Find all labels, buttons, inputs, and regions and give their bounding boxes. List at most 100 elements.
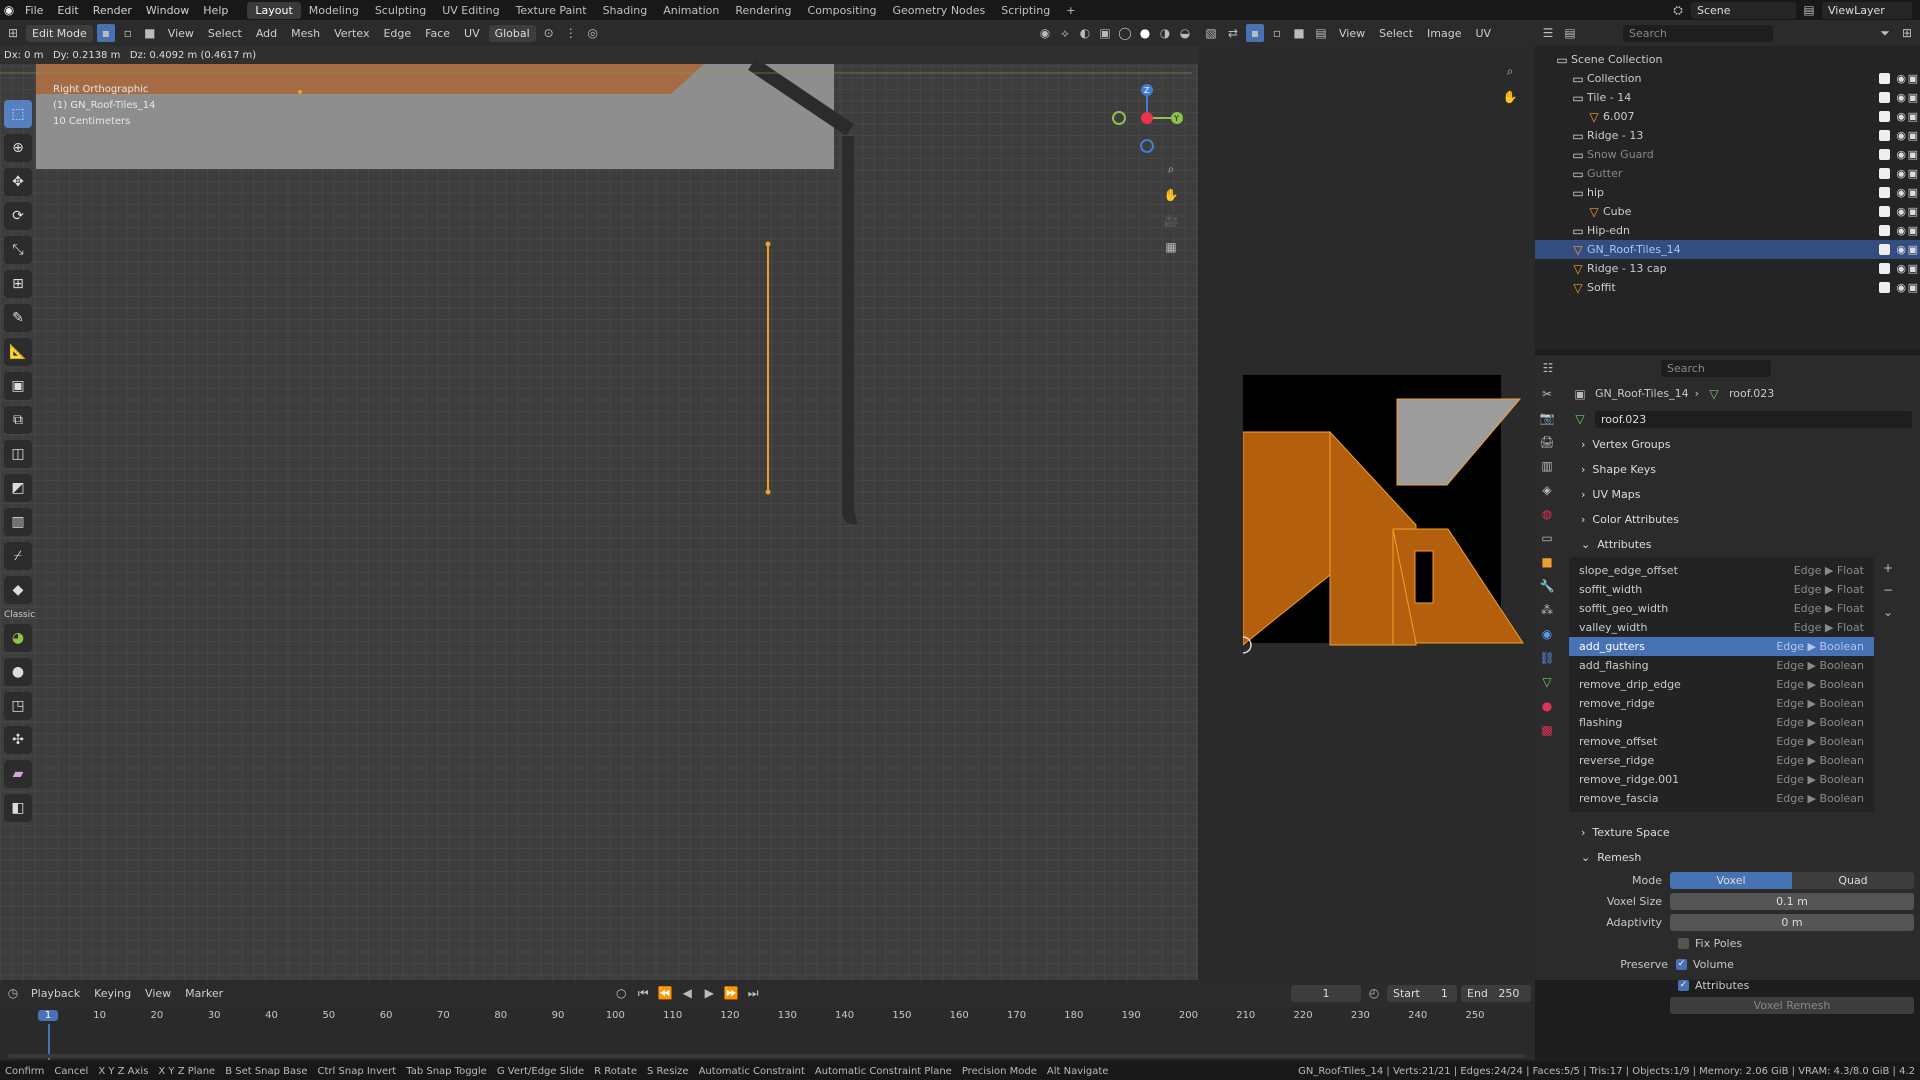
mesh-browse-icon[interactable]: ▽ [1571, 410, 1589, 428]
filter-icon[interactable]: ⏷ [1876, 24, 1894, 42]
menu-marker[interactable]: Marker [180, 987, 228, 1000]
tab-compositing[interactable]: Compositing [800, 2, 885, 19]
exclude-checkbox[interactable] [1879, 187, 1890, 198]
zoom-icon[interactable]: ⌕ [1162, 160, 1180, 178]
outliner-item[interactable]: ▽ 6.007 ◉ ▣ [1535, 107, 1920, 126]
edge-slide-icon[interactable]: ◳ [4, 692, 32, 720]
menu-keying[interactable]: Keying [89, 987, 136, 1000]
exclude-checkbox[interactable] [1879, 282, 1890, 293]
attribute-row[interactable]: remove_drip_edge Edge ▶ Boolean [1569, 675, 1874, 694]
panel-shape-keys[interactable]: › Shape Keys [1535, 457, 1920, 482]
timeline-ruler[interactable]: 1 10 20 30 40 50 60 70 80 90 100 110 120 130 140 150 160… [0, 1008, 1530, 1026]
render-camera-icon[interactable]: ▣ [1908, 148, 1918, 161]
3d-viewport[interactable]: ⊞ Edit Mode ▪ ▫ ■ View Select Add Mesh V… [0, 20, 1198, 980]
render-camera-icon[interactable]: ▣ [1908, 281, 1918, 294]
attribute-row[interactable]: remove_offset Edge ▶ Boolean [1569, 732, 1874, 751]
vertex-roof[interactable] [298, 90, 302, 94]
select-box-icon[interactable]: ⬚ [4, 100, 32, 128]
properties-type-icon[interactable]: ☷ [1539, 359, 1557, 377]
tab-geometry-nodes[interactable]: Geometry Nodes [884, 2, 993, 19]
exclude-checkbox[interactable] [1879, 263, 1890, 274]
spin-icon[interactable]: ◕ [4, 624, 32, 652]
menu-window[interactable]: Window [139, 4, 196, 17]
attribute-row[interactable]: soffit_width Edge ▶ Float [1569, 580, 1874, 599]
render-camera-icon[interactable]: ▣ [1908, 262, 1918, 275]
timeline-type-icon[interactable]: ◷ [4, 984, 22, 1002]
panel-vertex-groups[interactable]: › Vertex Groups [1535, 432, 1920, 457]
panel-remesh[interactable]: ⌄ Remesh [1535, 845, 1920, 870]
uv-island-4[interactable] [1392, 528, 1524, 644]
menu-edit[interactable]: Edit [50, 4, 85, 17]
uv-menu-select[interactable]: Select [1374, 27, 1418, 40]
uv-zoom-icon[interactable]: ⌕ [1501, 62, 1519, 80]
uv-editor[interactable]: ▧ ⇄ ▪ ▫ ■ ▤ View Select Image UV ⌕ ✋ [1198, 20, 1535, 980]
render-camera-icon[interactable]: ▣ [1908, 243, 1918, 256]
visibility-eye-icon[interactable]: ◉ [1896, 129, 1906, 142]
attribute-row[interactable]: remove_ridge.001 Edge ▶ Boolean [1569, 770, 1874, 789]
pan-hand-icon[interactable]: ✋ [1162, 186, 1180, 204]
end-frame-field[interactable]: End 250 [1461, 984, 1531, 1002]
render-camera-icon[interactable]: ▣ [1908, 186, 1918, 199]
move-icon[interactable]: ✥ [4, 168, 32, 196]
menu-playback[interactable]: Playback [26, 987, 85, 1000]
visibility-eye-icon[interactable]: ◉ [1896, 110, 1906, 123]
tab-uv-editing[interactable]: UV Editing [434, 2, 507, 19]
material-tab-icon[interactable]: ● [1538, 697, 1556, 715]
ortho-grid-icon[interactable]: ▦ [1162, 238, 1180, 256]
visibility-eye-icon[interactable]: ◉ [1896, 186, 1906, 199]
menu-timeline-view[interactable]: View [140, 987, 176, 1000]
smooth-icon[interactable]: ● [4, 658, 32, 686]
outliner-item[interactable]: ▭ Hip-edn ◉ ▣ [1535, 221, 1920, 240]
volume-checkbox[interactable]: ✓ [1676, 959, 1687, 970]
exclude-checkbox[interactable] [1879, 73, 1890, 84]
tab-scripting[interactable]: Scripting [993, 2, 1058, 19]
rotate-icon[interactable]: ⟳ [4, 202, 32, 230]
visibility-eye-icon[interactable]: ◉ [1896, 243, 1906, 256]
vertex-bottom[interactable] [765, 489, 771, 495]
uv-menu-view[interactable]: View [1334, 27, 1370, 40]
tab-shading[interactable]: Shading [595, 2, 656, 19]
extrude-icon[interactable]: ⧉ [4, 406, 32, 434]
attribute-row[interactable]: valley_width Edge ▶ Float [1569, 618, 1874, 637]
render-camera-icon[interactable]: ▣ [1908, 91, 1918, 104]
outliner-item[interactable]: ▽ Ridge - 13 cap ◉ ▣ [1535, 259, 1920, 278]
texture-tab-icon[interactable]: ▩ [1538, 721, 1556, 739]
visibility-eye-icon[interactable]: ◉ [1896, 167, 1906, 180]
voxel-size-field[interactable]: 0.1 m [1670, 893, 1914, 910]
outliner-item[interactable]: ▭ Tile - 14 ◉ ▣ [1535, 88, 1920, 107]
loop-cut-icon[interactable]: ▥ [4, 508, 32, 536]
current-frame-field[interactable]: 1 [1291, 984, 1361, 1002]
remesh-mode-quad[interactable]: Quad [1792, 872, 1914, 889]
attribute-row[interactable]: add_gutters Edge ▶ Boolean [1569, 637, 1874, 656]
menu-file[interactable]: File [18, 4, 50, 17]
tab-rendering[interactable]: Rendering [727, 2, 799, 19]
uv-menu-uv[interactable]: UV [1471, 27, 1497, 40]
modifier-tab-icon[interactable]: 🔧 [1538, 577, 1556, 595]
outliner-search[interactable]: Search [1623, 24, 1773, 42]
panel-uv-maps[interactable]: › UV Maps [1535, 482, 1920, 507]
uv-island-mode-icon[interactable]: ▤ [1312, 24, 1330, 42]
constraints-tab-icon[interactable]: ⛓ [1538, 649, 1556, 667]
preview-range-icon[interactable]: ◴ [1365, 984, 1383, 1002]
exclude-checkbox[interactable] [1879, 225, 1890, 236]
attribute-row[interactable]: soffit_geo_width Edge ▶ Float [1569, 599, 1874, 618]
measure-icon[interactable]: 📐 [4, 338, 32, 366]
outliner-item[interactable]: ▭ Collection ◉ ▣ [1535, 69, 1920, 88]
inset-icon[interactable]: ◫ [4, 440, 32, 468]
tab-texture-paint[interactable]: Texture Paint [508, 2, 595, 19]
exclude-checkbox[interactable] [1879, 92, 1890, 103]
physics-tab-icon[interactable]: ◉ [1538, 625, 1556, 643]
vertex-top[interactable] [765, 241, 771, 247]
render-camera-icon[interactable]: ▣ [1908, 224, 1918, 237]
visibility-eye-icon[interactable]: ◉ [1896, 91, 1906, 104]
render-camera-icon[interactable]: ▣ [1908, 110, 1918, 123]
voxel-remesh-button[interactable]: Voxel Remesh [1670, 996, 1914, 1014]
uv-pan-icon[interactable]: ✋ [1501, 88, 1519, 106]
annotate-icon[interactable]: ✎ [4, 304, 32, 332]
render-camera-icon[interactable]: ▣ [1908, 129, 1918, 142]
play-icon[interactable]: ▶ [700, 984, 718, 1002]
view-layer-selector[interactable]: ViewLayer [1822, 1, 1912, 19]
exclude-checkbox[interactable] [1879, 244, 1890, 255]
uv-face-mode-icon[interactable]: ■ [1290, 24, 1308, 42]
outliner-item[interactable]: ▭ Snow Guard ◉ ▣ [1535, 145, 1920, 164]
